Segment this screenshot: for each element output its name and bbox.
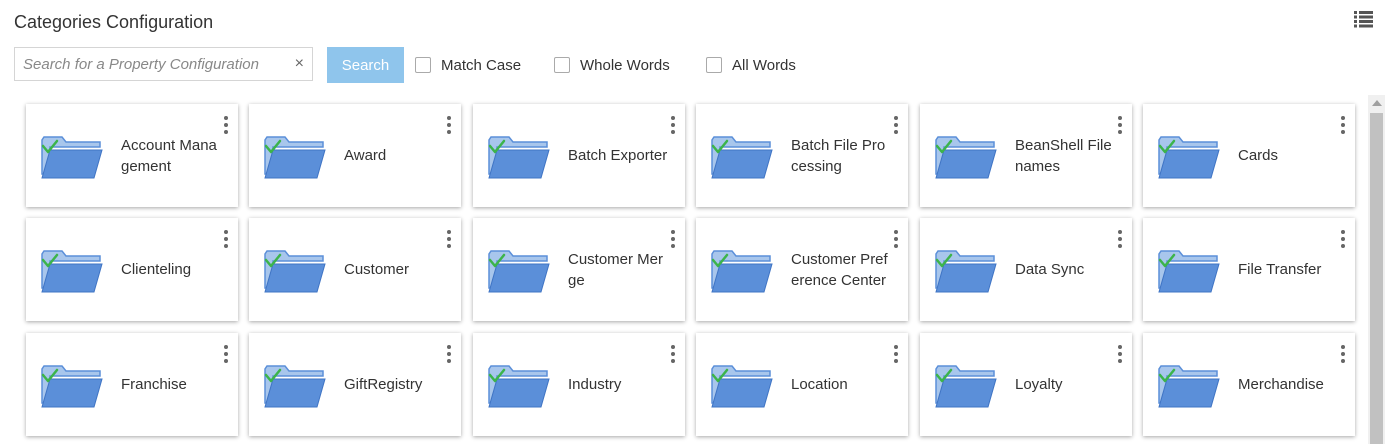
category-tile[interactable]: Franchise bbox=[26, 333, 238, 436]
folder-check-icon bbox=[1157, 134, 1221, 180]
scroll-up-arrow-icon[interactable] bbox=[1372, 100, 1382, 106]
more-options-icon[interactable] bbox=[222, 345, 230, 365]
more-options-icon[interactable] bbox=[892, 345, 900, 365]
folder-check-icon bbox=[40, 363, 104, 409]
folder-check-icon bbox=[40, 248, 104, 294]
folder-check-icon bbox=[263, 134, 327, 180]
tile-label: Merchandise bbox=[1238, 376, 1324, 393]
more-options-icon[interactable] bbox=[892, 230, 900, 250]
tile-label: File Transfer bbox=[1238, 261, 1322, 278]
more-options-icon[interactable] bbox=[1116, 116, 1124, 136]
tile-label: Account Management bbox=[121, 136, 217, 175]
more-options-icon[interactable] bbox=[222, 230, 230, 250]
scrollbar-thumb[interactable] bbox=[1370, 113, 1383, 444]
category-tile[interactable]: Clienteling bbox=[26, 218, 238, 321]
match-case-label: Match Case bbox=[441, 56, 522, 74]
folder-check-icon bbox=[934, 363, 998, 409]
tile-label: Franchise bbox=[121, 376, 187, 393]
clear-icon[interactable]: × bbox=[295, 55, 304, 73]
folder-check-icon bbox=[1157, 248, 1221, 294]
tile-label: Customer Merge bbox=[568, 250, 664, 289]
whole-words-checkbox[interactable]: Whole Words bbox=[554, 55, 670, 75]
more-options-icon[interactable] bbox=[445, 116, 453, 136]
category-tile[interactable]: Industry bbox=[473, 333, 685, 436]
more-options-icon[interactable] bbox=[1339, 345, 1347, 365]
search-box: × bbox=[14, 47, 313, 81]
tile-label: GiftRegistry bbox=[344, 376, 423, 393]
more-options-icon[interactable] bbox=[1339, 230, 1347, 250]
category-tile[interactable]: Cards bbox=[1143, 104, 1355, 207]
list-view-icon[interactable] bbox=[1354, 10, 1374, 28]
category-tile[interactable]: Loyalty bbox=[920, 333, 1132, 436]
tile-label: Data Sync bbox=[1015, 261, 1085, 278]
folder-check-icon bbox=[40, 134, 104, 180]
category-tile[interactable]: Merchandise bbox=[1143, 333, 1355, 436]
tile-label: BeanShell Filenames bbox=[1015, 136, 1112, 175]
search-input[interactable] bbox=[15, 48, 285, 80]
tile-label: Batch Exporter bbox=[568, 147, 668, 164]
tile-label: Location bbox=[791, 376, 848, 393]
more-options-icon[interactable] bbox=[445, 230, 453, 250]
category-tile[interactable]: Data Sync bbox=[920, 218, 1132, 321]
folder-check-icon bbox=[263, 363, 327, 409]
more-options-icon[interactable] bbox=[669, 345, 677, 365]
folder-check-icon bbox=[263, 248, 327, 294]
category-tile[interactable]: Customer Preference Center bbox=[696, 218, 908, 321]
folder-check-icon bbox=[934, 248, 998, 294]
match-case-checkbox[interactable]: Match Case bbox=[415, 55, 521, 75]
more-options-icon[interactable] bbox=[669, 116, 677, 136]
checkbox-box[interactable] bbox=[415, 57, 431, 73]
category-tile[interactable]: Account Management bbox=[26, 104, 238, 207]
checkbox-box[interactable] bbox=[554, 57, 570, 73]
category-tile[interactable]: Batch Exporter bbox=[473, 104, 685, 207]
tile-label: Loyalty bbox=[1015, 376, 1063, 393]
tile-label: Customer bbox=[344, 261, 410, 278]
category-tile[interactable]: Award bbox=[249, 104, 461, 207]
tile-label: Award bbox=[344, 147, 387, 164]
tile-label: Industry bbox=[568, 376, 622, 393]
more-options-icon[interactable] bbox=[1116, 345, 1124, 365]
category-grid: Account Management Award Batch Exporter Bat… bbox=[20, 95, 1368, 444]
folder-check-icon bbox=[934, 134, 998, 180]
more-options-icon[interactable] bbox=[1116, 230, 1124, 250]
folder-check-icon bbox=[487, 134, 551, 180]
all-words-label: All Words bbox=[732, 56, 796, 74]
category-tile[interactable]: Customer Merge bbox=[473, 218, 685, 321]
search-button[interactable]: Search bbox=[327, 47, 404, 83]
more-options-icon[interactable] bbox=[222, 116, 230, 136]
page-title: Categories Configuration bbox=[14, 12, 214, 32]
category-tile[interactable]: GiftRegistry bbox=[249, 333, 461, 436]
folder-check-icon bbox=[487, 363, 551, 409]
more-options-icon[interactable] bbox=[892, 116, 900, 136]
folder-check-icon bbox=[710, 248, 774, 294]
folder-check-icon bbox=[710, 134, 774, 180]
whole-words-label: Whole Words bbox=[580, 56, 670, 74]
tile-label: Cards bbox=[1238, 147, 1279, 164]
more-options-icon[interactable] bbox=[669, 230, 677, 250]
folder-check-icon bbox=[710, 363, 774, 409]
category-tile[interactable]: Customer bbox=[249, 218, 461, 321]
category-tile[interactable]: BeanShell Filenames bbox=[920, 104, 1132, 207]
vertical-scrollbar[interactable] bbox=[1368, 95, 1385, 444]
tile-label: Batch File Processing bbox=[791, 136, 886, 175]
all-words-checkbox[interactable]: All Words bbox=[706, 55, 796, 75]
folder-check-icon bbox=[487, 248, 551, 294]
tile-label: Clienteling bbox=[121, 261, 192, 278]
checkbox-box[interactable] bbox=[706, 57, 722, 73]
category-tile[interactable]: Batch File Processing bbox=[696, 104, 908, 207]
more-options-icon[interactable] bbox=[445, 345, 453, 365]
more-options-icon[interactable] bbox=[1339, 116, 1347, 136]
category-tile[interactable]: File Transfer bbox=[1143, 218, 1355, 321]
tile-label: Customer Preference Center bbox=[791, 250, 888, 289]
folder-check-icon bbox=[1157, 363, 1221, 409]
category-tile[interactable]: Location bbox=[696, 333, 908, 436]
